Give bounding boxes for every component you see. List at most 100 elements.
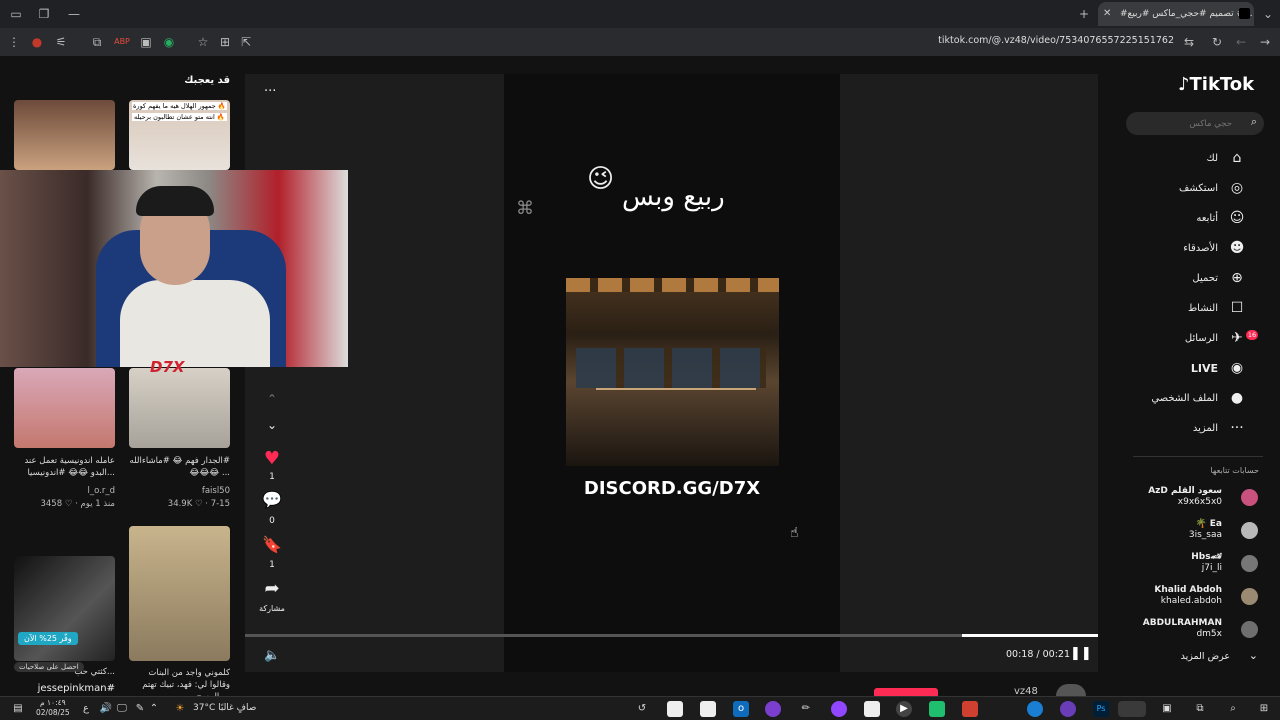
bookmark-icon[interactable]: 🔖 [258,535,286,554]
extension-icon[interactable]: ⚟ [53,34,69,50]
site-settings-icon[interactable]: ⇆ [1181,34,1197,50]
sidebar-item[interactable]: استكشف ◎ [1066,177,1246,199]
video-progress-track[interactable] [245,634,1098,637]
app-icon[interactable] [929,701,945,717]
video-caption[interactable]: الجدار فهم 😂 #ماشاءالله# 😂😂😂 ... [128,455,230,479]
active-tab[interactable]: ✕ #تصميم #حجي_ماكس #ربيع #... [1098,2,1254,26]
sidebar-item[interactable]: الأصدقاء ☻ [1066,237,1246,259]
avatar[interactable] [1241,621,1258,638]
app-icon[interactable] [1060,701,1076,717]
promo-badge[interactable]: وفّر 25% الآن [18,632,78,645]
promo-link[interactable]: احصل على صلاحيات [14,662,84,672]
reload-icon[interactable]: ↻ [1209,34,1225,50]
sidebar-item[interactable]: LIVE ◉ [1066,357,1246,379]
sidebar-item[interactable]: تحميل ⊕ [1066,267,1246,289]
app-icon[interactable] [962,701,978,717]
video-frame[interactable]: ⌘ 😉 ربيع وبس DISCORD.GG/D7X ☝ [504,74,840,672]
discord-icon[interactable] [765,701,781,717]
tray-chevron-icon[interactable]: ⌃ [146,701,162,717]
file-icon[interactable] [864,701,880,717]
like-heart-icon[interactable]: ♥ [258,448,286,469]
weather-icon[interactable]: ☀ [172,701,188,717]
video-caption[interactable]: كثتي حب... [74,667,115,677]
following-account[interactable]: Hbs🏎 j7i_li [1191,552,1222,574]
previous-video-button[interactable]: ⌃ [258,392,286,406]
url-text[interactable]: tiktok.com/@.vz48/video/7534076557225151… [938,35,1174,46]
following-account[interactable]: ABDULRAHMAN dm5x [1143,618,1222,640]
search-input[interactable] [1134,115,1234,132]
follow-button[interactable] [874,688,938,696]
new-tab-icon[interactable]: + [1076,6,1092,22]
video-thumbnail[interactable] [129,368,230,448]
chevron-down-icon[interactable]: ⌄ [1249,649,1258,662]
sidebar-item[interactable]: لك ⌂ [1066,147,1246,169]
video-thumbnail[interactable] [129,526,230,661]
close-tab-icon[interactable]: ✕ [1103,2,1111,26]
video-thumbnail[interactable] [14,556,115,661]
notification-icon[interactable]: ▤ [10,701,26,717]
back-icon[interactable]: → [1257,34,1273,50]
more-options-button[interactable]: ··· [264,84,276,99]
share-arrow-icon[interactable]: ➦ [258,578,286,599]
search-icon[interactable]: ⌕ [1251,115,1257,129]
video-thumbnail[interactable]: جمهور الهلال هيه ما يفهم كورة 🔥 انته متو… [129,100,230,170]
sidebar-item[interactable]: المزيد ··· [1066,417,1246,439]
comment-icon[interactable]: 💬 [258,490,286,509]
extension-icon[interactable]: ◉ [161,34,177,50]
next-video-button[interactable]: ⌄ [258,418,286,432]
clock[interactable]: ١٠:٤٩ م 02/08/25 [36,698,70,718]
video-author[interactable]: faisl50 [202,486,230,496]
share-page-icon[interactable]: ⇱ [238,34,254,50]
author-avatar[interactable] [1056,684,1086,696]
avatar[interactable] [1241,489,1258,506]
following-account[interactable]: AzD سعود القلم x9x6x5x0 [1148,486,1222,508]
video-thumbnail[interactable] [14,100,115,170]
bookmark-star-icon[interactable]: ☆ [195,34,211,50]
file-icon[interactable] [700,701,716,717]
avatar[interactable] [1241,555,1258,572]
video-author[interactable]: l_o.r_d [87,486,115,496]
sidebar-item[interactable]: أتابعه ☺ [1066,207,1246,229]
app-icon[interactable]: ▣ [1159,701,1175,717]
sidebar-item[interactable]: الرسائل ✈ [1066,327,1246,349]
extensions-puzzle-icon[interactable]: ⧉ [89,34,105,50]
avatar[interactable] [1241,588,1258,605]
menu-dots-icon[interactable]: ⋮ [6,34,22,50]
video-thumbnail[interactable] [14,368,115,448]
search-icon[interactable]: ⌕ [1225,701,1241,717]
app-icon[interactable] [831,701,847,717]
pause-icon[interactable]: ❚❚ [1070,646,1092,661]
task-view-icon[interactable]: ⧉ [1192,701,1208,717]
sidebar-item[interactable]: النشاط ☐ [1066,297,1246,319]
weather-text[interactable]: 37°C صافٍ غالبًا [193,703,256,713]
network-icon[interactable]: 🖵 [114,701,130,717]
edge-icon[interactable] [1027,701,1043,717]
extension-icon[interactable]: ▣ [138,34,154,50]
minimize-icon[interactable]: — [66,6,82,22]
app-icon[interactable]: ↺ [634,701,650,717]
show-more-link[interactable]: عرض المزيد [1181,651,1230,662]
volume-icon[interactable]: 🔊 [98,701,114,717]
following-account[interactable]: Khalid Abdoh khaled.abdoh [1154,585,1222,607]
sidebar-item[interactable]: الملف الشخصي ● [1066,387,1246,409]
start-button-icon[interactable]: ⊞ [1256,701,1272,717]
forward-icon[interactable]: ← [1233,34,1249,50]
adblock-icon[interactable]: ABP [114,34,130,50]
avatar[interactable] [1241,522,1258,539]
outlook-icon[interactable]: o [733,701,749,717]
search-bar[interactable]: ⌕ [1126,112,1264,135]
editor-icon[interactable]: ✏ [798,701,814,717]
photoshop-icon[interactable]: Ps [1093,701,1109,717]
video-author[interactable]: jessepinkman# [38,683,115,694]
video-caption[interactable]: عامله اندونيسية تعمل عند البدو 😂😂 #اندون… [13,455,115,479]
chrome-active-icon[interactable] [1118,701,1146,717]
language-indicator[interactable]: ع [78,701,94,717]
file-icon[interactable] [667,701,683,717]
tab-search-icon[interactable]: ⌄ [1260,6,1276,22]
reading-list-icon[interactable]: ⊞ [217,34,233,50]
following-account[interactable]: 🌴 Ea 3is_saa [1189,519,1222,541]
media-player-icon[interactable]: ▶ [896,701,912,717]
volume-icon[interactable]: 🔈 [264,648,280,663]
extension-icon[interactable]: ● [29,34,45,50]
sidebar-toggle-icon[interactable]: ▭ [8,6,24,22]
